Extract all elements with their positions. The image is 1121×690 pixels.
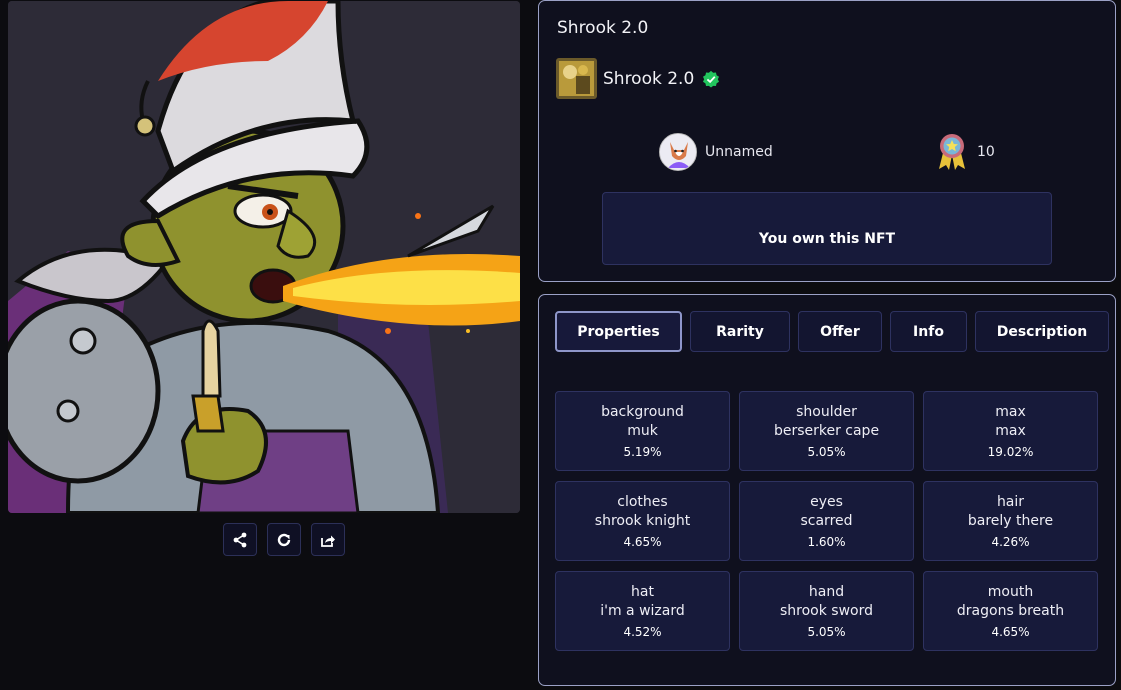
property-value: barely there xyxy=(967,513,1054,529)
property-rarity-percent: 5.05% xyxy=(807,625,846,639)
owner-name: Unnamed xyxy=(705,144,773,160)
property-type: background xyxy=(601,404,684,420)
external-share-icon xyxy=(321,535,335,547)
property-rarity-percent: 19.02% xyxy=(987,445,1034,459)
share-icon xyxy=(233,532,247,547)
property-value: muk xyxy=(627,423,658,439)
property-value: scarred xyxy=(800,513,853,529)
property-value: max xyxy=(995,423,1026,439)
property-type: hat xyxy=(631,584,654,600)
award-ribbon-icon xyxy=(939,134,965,170)
property-type: shoulder xyxy=(796,404,857,420)
tab-description[interactable]: Description xyxy=(975,311,1109,352)
property-rarity-percent: 4.65% xyxy=(991,625,1030,639)
property-card[interactable]: eyes scarred 1.60% xyxy=(739,481,914,561)
owner-info[interactable]: Unnamed xyxy=(659,133,773,171)
tab-rarity[interactable]: Rarity xyxy=(690,311,790,352)
property-card[interactable]: hair barely there 4.26% xyxy=(923,481,1098,561)
collection-name: Shrook 2.0 xyxy=(603,68,695,89)
nft-artwork[interactable] xyxy=(8,1,520,513)
property-rarity-percent: 1.60% xyxy=(807,535,846,549)
property-card[interactable]: background muk 5.19% xyxy=(555,391,730,471)
share-button[interactable] xyxy=(223,523,257,556)
nft-title: Shrook 2.0 xyxy=(557,18,649,38)
tab-properties[interactable]: Properties xyxy=(555,311,682,352)
nft-details-panel: Properties Rarity Offer Info Description… xyxy=(538,294,1116,686)
property-type: mouth xyxy=(987,584,1034,600)
property-value: berserker cape xyxy=(773,423,880,439)
refresh-button[interactable] xyxy=(267,523,301,556)
properties-grid: background muk 5.19% shoulder berserker … xyxy=(555,391,1098,651)
property-card[interactable]: clothes shrook knight 4.65% xyxy=(555,481,730,561)
property-card[interactable]: shoulder berserker cape 5.05% xyxy=(739,391,914,471)
property-value: i'm a wizard xyxy=(600,603,685,619)
property-rarity-percent: 4.26% xyxy=(991,535,1030,549)
property-rarity-percent: 5.19% xyxy=(623,445,662,459)
tab-info[interactable]: Info xyxy=(890,311,967,352)
artwork-actions xyxy=(223,523,345,556)
property-card[interactable]: max max 19.02% xyxy=(923,391,1098,471)
rank-value: 10 xyxy=(977,144,995,160)
property-rarity-percent: 4.65% xyxy=(623,535,662,549)
external-share-button[interactable] xyxy=(311,523,345,556)
refresh-icon xyxy=(277,533,291,546)
property-type: eyes xyxy=(810,494,843,510)
property-rarity-percent: 5.05% xyxy=(807,445,846,459)
verified-badge-icon xyxy=(703,70,720,88)
property-value: shrook sword xyxy=(779,603,873,619)
collection-thumbnail xyxy=(556,58,597,99)
property-value: shrook knight xyxy=(594,513,691,529)
shrook-goblin-illustration xyxy=(8,1,520,513)
nft-overview-panel: Shrook 2.0 Shrook 2.0 Unnamed 10 You own… xyxy=(538,0,1116,282)
property-card[interactable]: hand shrook sword 5.05% xyxy=(739,571,914,651)
property-type: max xyxy=(995,404,1026,420)
property-value: dragons breath xyxy=(956,603,1065,619)
property-type: hair xyxy=(996,494,1025,510)
detail-tabs: Properties Rarity Offer Info Description xyxy=(555,311,1109,352)
property-card[interactable]: hat i'm a wizard 4.52% xyxy=(555,571,730,651)
rarity-rank: 10 xyxy=(937,133,995,171)
collection-link[interactable]: Shrook 2.0 xyxy=(556,58,720,99)
ownership-status: You own this NFT xyxy=(602,192,1052,265)
tab-offer[interactable]: Offer xyxy=(798,311,882,352)
owner-avatar xyxy=(659,133,697,171)
property-rarity-percent: 4.52% xyxy=(623,625,662,639)
property-type: clothes xyxy=(617,494,668,510)
property-type: hand xyxy=(808,584,845,600)
property-card[interactable]: mouth dragons breath 4.65% xyxy=(923,571,1098,651)
